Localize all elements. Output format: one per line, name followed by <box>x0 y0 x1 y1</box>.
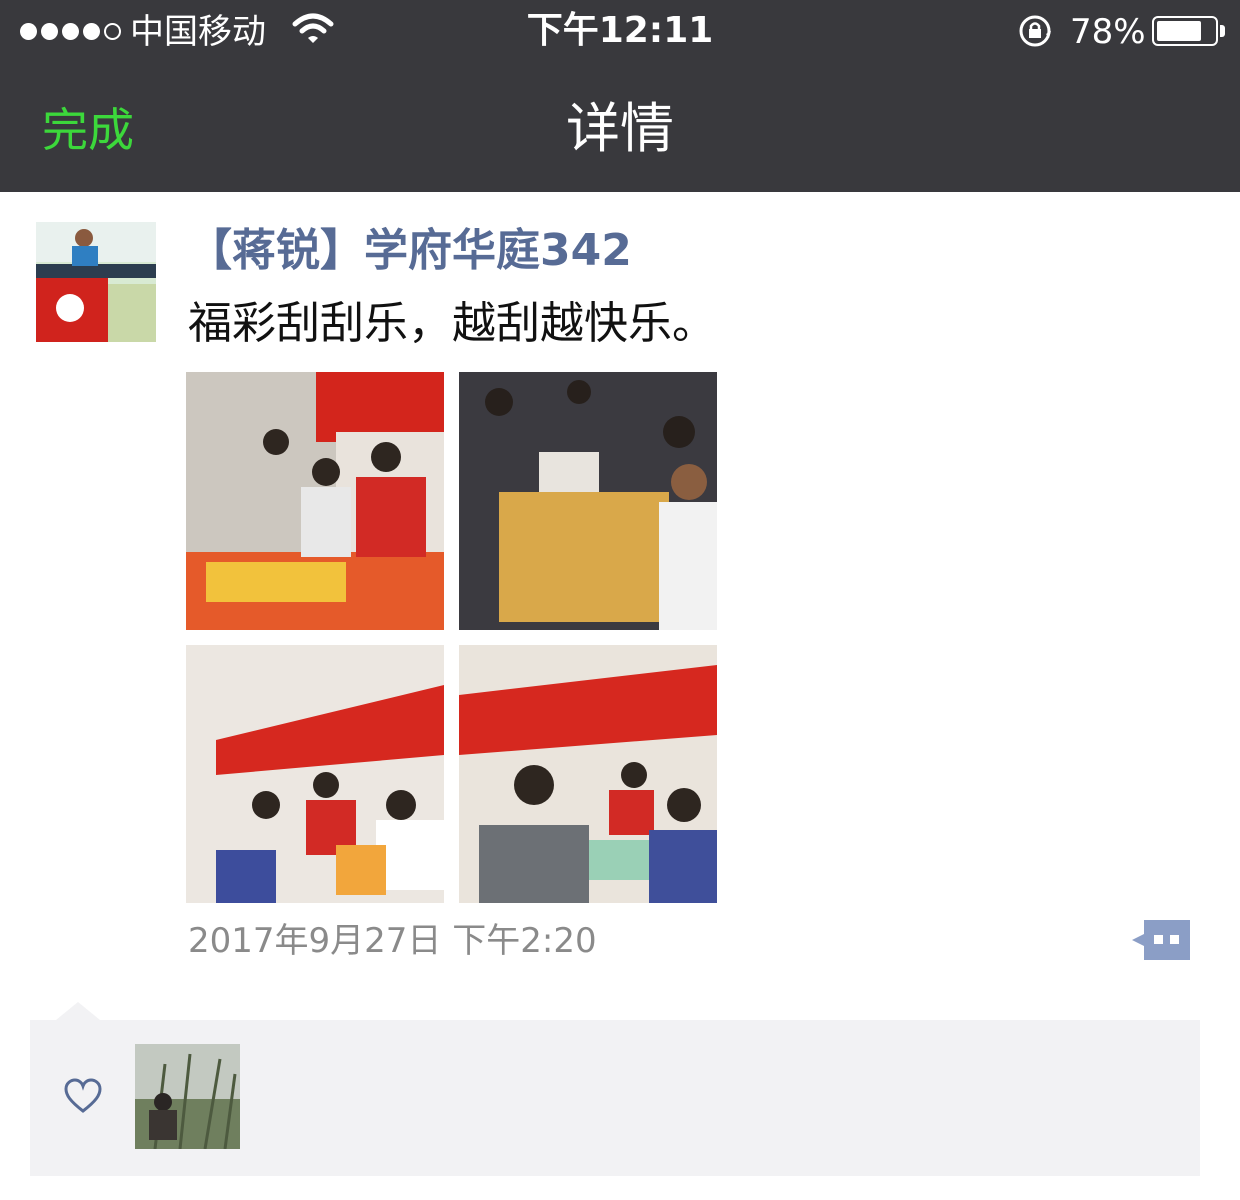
photo-image <box>186 645 444 903</box>
status-time: 下午12:11 <box>526 10 714 51</box>
author-avatar[interactable] <box>36 222 156 342</box>
post-photo[interactable] <box>186 645 444 903</box>
nav-bar: 完成 详情 <box>0 64 1240 192</box>
battery-tip <box>1220 25 1225 37</box>
post-timestamp: 2017年9月27日 下午2:20 <box>188 921 597 961</box>
post-photo[interactable] <box>459 645 717 903</box>
post-text: 福彩刮刮乐，越刮越快乐。 <box>188 298 716 349</box>
page-title: 详情 <box>566 97 674 160</box>
post-photo[interactable] <box>186 372 444 630</box>
comment-bubble-icon[interactable] <box>1130 918 1192 962</box>
battery-percentage: 78% <box>1070 12 1146 52</box>
rotation-lock-icon <box>1019 15 1051 47</box>
author-name[interactable]: 【蒋锐】学府华庭342 <box>188 222 632 280</box>
battery-icon <box>1152 16 1218 46</box>
likes-arrow <box>56 1002 100 1020</box>
post-photo[interactable] <box>459 372 717 630</box>
battery-fill <box>1157 21 1201 41</box>
avatar-image <box>36 222 156 342</box>
photo-image <box>459 372 717 630</box>
liker-avatar[interactable] <box>135 1044 240 1149</box>
liker-avatar-image <box>135 1044 240 1149</box>
heart-outline-icon <box>64 1078 102 1113</box>
status-bar: 中国移动 下午12:11 78% <box>0 0 1240 64</box>
photo-image <box>459 645 717 903</box>
likes-panel <box>30 1020 1200 1176</box>
photo-image <box>186 372 444 630</box>
photo-grid <box>186 372 717 903</box>
